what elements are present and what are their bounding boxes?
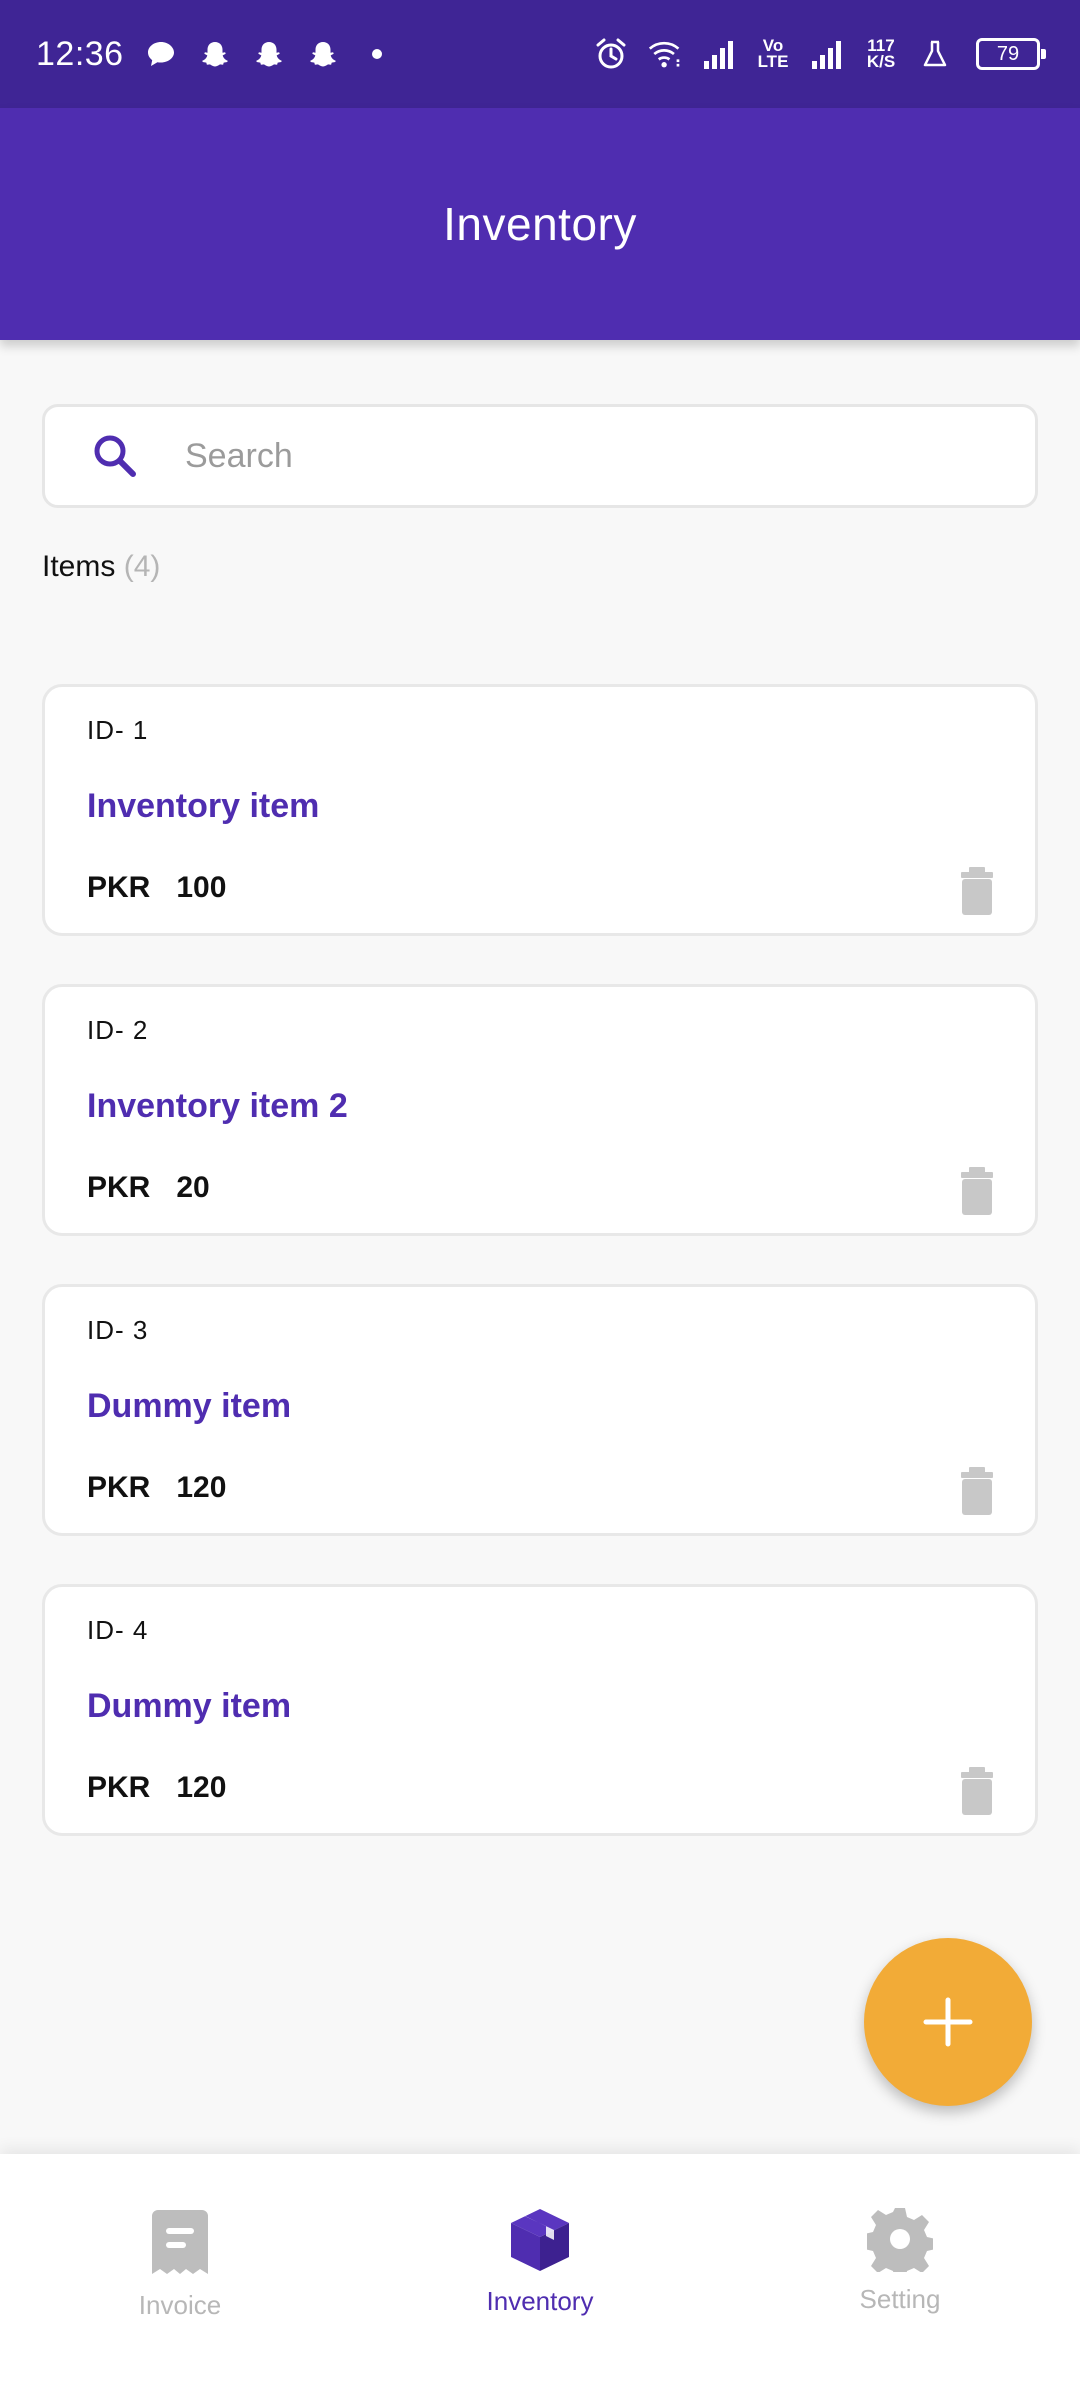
delete-icon[interactable] xyxy=(959,1767,995,1815)
receipt-icon xyxy=(152,2210,208,2274)
item-id: ID- 2 xyxy=(87,1015,149,1045)
volte-bottom-label: LTE xyxy=(757,52,789,71)
nav-label-inventory: Inventory xyxy=(486,2286,594,2316)
item-price-value: 100 xyxy=(176,871,227,904)
item-price: PKR 100 xyxy=(87,871,226,905)
inventory-card[interactable]: ID- 3 Dummy item PKR 120 xyxy=(42,1284,1038,1536)
search-bar[interactable] xyxy=(42,404,1038,508)
snapchat-icon xyxy=(252,37,286,71)
item-id: ID- 1 xyxy=(87,715,149,745)
plus-icon xyxy=(923,1997,973,2047)
signal-icon xyxy=(702,37,736,71)
nav-label-invoice: Invoice xyxy=(138,2290,222,2320)
item-currency: PKR xyxy=(87,1171,151,1204)
item-name: Dummy item xyxy=(87,1687,292,1725)
add-item-button[interactable] xyxy=(864,1938,1032,2106)
nav-item-inventory[interactable]: Inventory xyxy=(410,2206,670,2317)
item-price: PKR 120 xyxy=(87,1771,226,1805)
item-price-value: 120 xyxy=(176,1471,227,1504)
bottom-nav: Invoice Inventory Setting xyxy=(0,2154,1080,2399)
search-icon[interactable] xyxy=(45,430,185,482)
page-title: Inventory xyxy=(443,198,637,250)
status-bar-left: 12:36 xyxy=(36,35,394,74)
nav-item-invoice[interactable]: Invoice xyxy=(50,2206,310,2321)
volte-icon: Vo LTE xyxy=(756,37,790,71)
item-price-value: 120 xyxy=(176,1771,227,1804)
items-label: Items xyxy=(42,550,116,583)
item-currency: PKR xyxy=(87,1771,151,1804)
inventory-card[interactable]: ID- 1 Inventory item PKR 100 xyxy=(42,684,1038,936)
signal-icon xyxy=(810,37,844,71)
nav-label-setting: Setting xyxy=(859,2284,941,2314)
search-input[interactable] xyxy=(185,436,985,476)
gear-icon xyxy=(867,2208,933,2272)
delete-icon[interactable] xyxy=(959,1467,995,1515)
delete-icon[interactable] xyxy=(959,867,995,915)
inventory-card[interactable]: ID- 4 Dummy item PKR 120 xyxy=(42,1584,1038,1836)
nav-item-setting[interactable]: Setting xyxy=(770,2206,1030,2315)
status-time: 12:36 xyxy=(36,34,124,73)
network-speed-icon: 117 K/S xyxy=(864,37,898,71)
snapchat-icon xyxy=(198,37,232,71)
status-bar: 12:36 Vo LTE 117 K/S 79 xyxy=(0,0,1080,108)
items-count: (4) xyxy=(123,550,161,583)
status-bar-right: Vo LTE 117 K/S 79 xyxy=(594,37,1046,71)
app-bar: Inventory xyxy=(0,108,1080,340)
battery-icon: 79 xyxy=(976,38,1046,70)
battery-level: 79 xyxy=(996,42,1020,65)
dot-icon xyxy=(360,37,394,71)
item-currency: PKR xyxy=(87,1471,151,1504)
wifi-icon xyxy=(648,37,682,71)
flask-icon xyxy=(918,37,952,71)
chat-bubble-icon xyxy=(144,37,178,71)
item-price-value: 20 xyxy=(176,1171,210,1204)
item-price: PKR 120 xyxy=(87,1471,226,1505)
item-name: Inventory item xyxy=(87,787,320,825)
alarm-icon xyxy=(594,37,628,71)
item-price: PKR 20 xyxy=(87,1171,210,1205)
network-speed-unit: K/S xyxy=(866,52,896,71)
box-icon xyxy=(511,2209,569,2271)
delete-icon[interactable] xyxy=(959,1167,995,1215)
item-name: Inventory item 2 xyxy=(87,1087,348,1125)
snapchat-icon xyxy=(306,37,340,71)
item-id: ID- 3 xyxy=(87,1315,149,1345)
item-id: ID- 4 xyxy=(87,1615,149,1645)
items-header: Items (4) xyxy=(42,550,160,584)
item-currency: PKR xyxy=(87,871,151,904)
inventory-card[interactable]: ID- 2 Inventory item 2 PKR 20 xyxy=(42,984,1038,1236)
item-name: Dummy item xyxy=(87,1387,292,1425)
